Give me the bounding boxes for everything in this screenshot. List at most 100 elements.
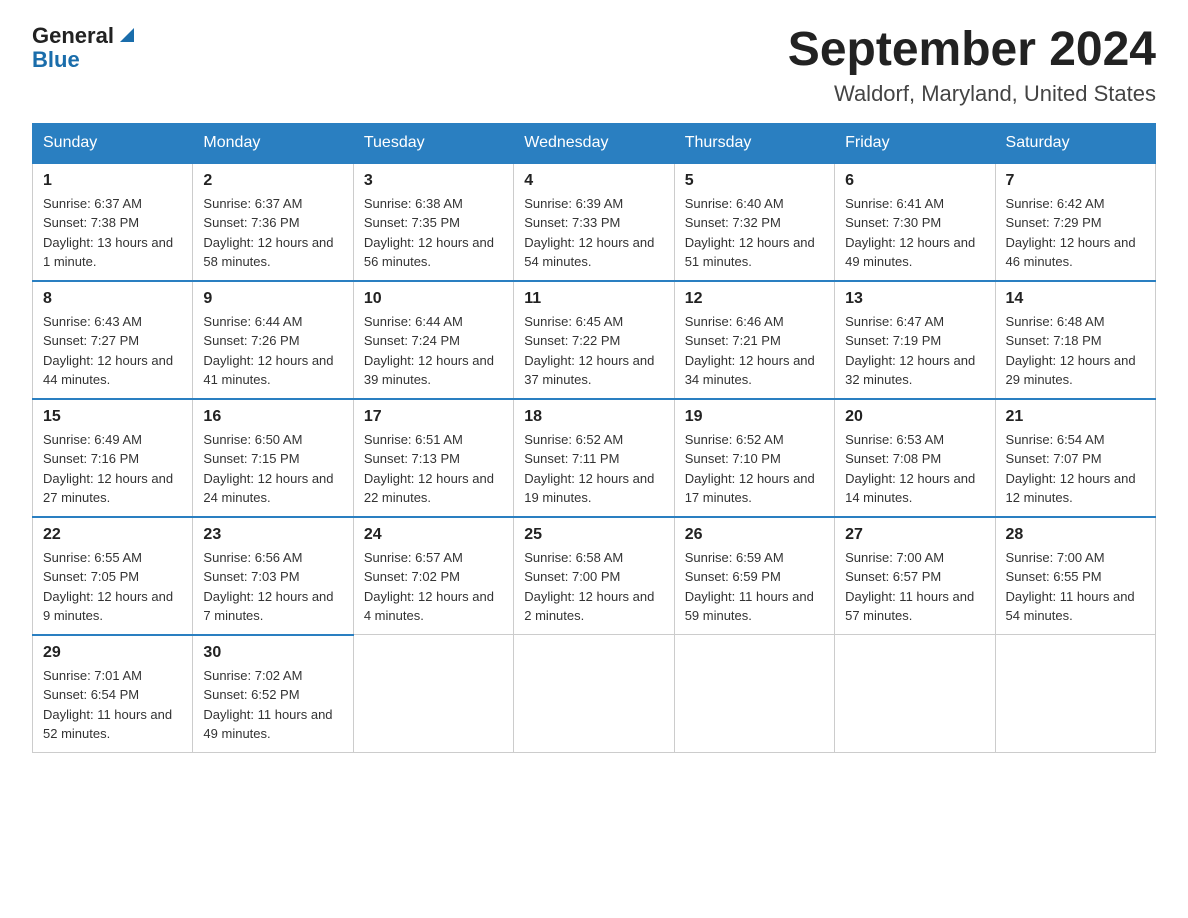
title-block: September 2024 Waldorf, Maryland, United… [788, 24, 1156, 107]
logo: General Blue [32, 24, 138, 72]
weekday-header-monday: Monday [193, 123, 353, 163]
day-number: 9 [203, 290, 342, 308]
day-cell-11: 11 Sunrise: 6:45 AMSunset: 7:22 PMDaylig… [514, 281, 674, 399]
day-number: 14 [1006, 290, 1145, 308]
day-cell-24: 24 Sunrise: 6:57 AMSunset: 7:02 PMDaylig… [353, 517, 513, 635]
calendar-title: September 2024 [788, 24, 1156, 77]
calendar-subtitle: Waldorf, Maryland, United States [788, 81, 1156, 107]
weekday-header-saturday: Saturday [995, 123, 1155, 163]
day-number: 2 [203, 172, 342, 190]
day-cell-18: 18 Sunrise: 6:52 AMSunset: 7:11 PMDaylig… [514, 399, 674, 517]
day-number: 19 [685, 408, 824, 426]
day-info: Sunrise: 6:56 AMSunset: 7:03 PMDaylight:… [203, 550, 333, 624]
day-number: 6 [845, 172, 984, 190]
day-cell-9: 9 Sunrise: 6:44 AMSunset: 7:26 PMDayligh… [193, 281, 353, 399]
day-number: 4 [524, 172, 663, 190]
day-number: 10 [364, 290, 503, 308]
day-cell-20: 20 Sunrise: 6:53 AMSunset: 7:08 PMDaylig… [835, 399, 995, 517]
day-number: 16 [203, 408, 342, 426]
day-cell-30: 30 Sunrise: 7:02 AMSunset: 6:52 PMDaylig… [193, 635, 353, 753]
day-number: 15 [43, 408, 182, 426]
day-number: 24 [364, 526, 503, 544]
week-row-4: 22 Sunrise: 6:55 AMSunset: 7:05 PMDaylig… [33, 517, 1156, 635]
calendar-table: SundayMondayTuesdayWednesdayThursdayFrid… [32, 123, 1156, 753]
logo-general-text: General [32, 24, 114, 48]
day-cell-12: 12 Sunrise: 6:46 AMSunset: 7:21 PMDaylig… [674, 281, 834, 399]
day-info: Sunrise: 6:45 AMSunset: 7:22 PMDaylight:… [524, 314, 654, 388]
day-info: Sunrise: 6:41 AMSunset: 7:30 PMDaylight:… [845, 196, 975, 270]
weekday-header-tuesday: Tuesday [353, 123, 513, 163]
empty-cell [835, 635, 995, 753]
day-number: 28 [1006, 526, 1145, 544]
day-cell-14: 14 Sunrise: 6:48 AMSunset: 7:18 PMDaylig… [995, 281, 1155, 399]
day-number: 5 [685, 172, 824, 190]
empty-cell [514, 635, 674, 753]
day-cell-6: 6 Sunrise: 6:41 AMSunset: 7:30 PMDayligh… [835, 163, 995, 281]
day-cell-19: 19 Sunrise: 6:52 AMSunset: 7:10 PMDaylig… [674, 399, 834, 517]
day-info: Sunrise: 6:42 AMSunset: 7:29 PMDaylight:… [1006, 196, 1136, 270]
weekday-header-row: SundayMondayTuesdayWednesdayThursdayFrid… [33, 123, 1156, 163]
day-info: Sunrise: 6:39 AMSunset: 7:33 PMDaylight:… [524, 196, 654, 270]
day-number: 23 [203, 526, 342, 544]
day-number: 11 [524, 290, 663, 308]
day-info: Sunrise: 6:58 AMSunset: 7:00 PMDaylight:… [524, 550, 654, 624]
empty-cell [674, 635, 834, 753]
week-row-2: 8 Sunrise: 6:43 AMSunset: 7:27 PMDayligh… [33, 281, 1156, 399]
day-number: 1 [43, 172, 182, 190]
day-number: 21 [1006, 408, 1145, 426]
day-cell-23: 23 Sunrise: 6:56 AMSunset: 7:03 PMDaylig… [193, 517, 353, 635]
day-info: Sunrise: 6:49 AMSunset: 7:16 PMDaylight:… [43, 432, 173, 506]
day-number: 29 [43, 644, 182, 662]
day-info: Sunrise: 6:40 AMSunset: 7:32 PMDaylight:… [685, 196, 815, 270]
day-cell-13: 13 Sunrise: 6:47 AMSunset: 7:19 PMDaylig… [835, 281, 995, 399]
day-number: 30 [203, 644, 342, 662]
day-cell-17: 17 Sunrise: 6:51 AMSunset: 7:13 PMDaylig… [353, 399, 513, 517]
day-number: 22 [43, 526, 182, 544]
day-cell-5: 5 Sunrise: 6:40 AMSunset: 7:32 PMDayligh… [674, 163, 834, 281]
day-number: 17 [364, 408, 503, 426]
day-cell-2: 2 Sunrise: 6:37 AMSunset: 7:36 PMDayligh… [193, 163, 353, 281]
day-info: Sunrise: 7:00 AMSunset: 6:57 PMDaylight:… [845, 550, 974, 624]
day-info: Sunrise: 6:51 AMSunset: 7:13 PMDaylight:… [364, 432, 494, 506]
day-info: Sunrise: 6:38 AMSunset: 7:35 PMDaylight:… [364, 196, 494, 270]
day-info: Sunrise: 6:50 AMSunset: 7:15 PMDaylight:… [203, 432, 333, 506]
day-info: Sunrise: 7:01 AMSunset: 6:54 PMDaylight:… [43, 668, 172, 742]
day-cell-26: 26 Sunrise: 6:59 AMSunset: 6:59 PMDaylig… [674, 517, 834, 635]
empty-cell [995, 635, 1155, 753]
day-cell-15: 15 Sunrise: 6:49 AMSunset: 7:16 PMDaylig… [33, 399, 193, 517]
week-row-3: 15 Sunrise: 6:49 AMSunset: 7:16 PMDaylig… [33, 399, 1156, 517]
day-info: Sunrise: 6:43 AMSunset: 7:27 PMDaylight:… [43, 314, 173, 388]
day-info: Sunrise: 6:55 AMSunset: 7:05 PMDaylight:… [43, 550, 173, 624]
week-row-5: 29 Sunrise: 7:01 AMSunset: 6:54 PMDaylig… [33, 635, 1156, 753]
day-number: 13 [845, 290, 984, 308]
weekday-header-thursday: Thursday [674, 123, 834, 163]
day-info: Sunrise: 6:54 AMSunset: 7:07 PMDaylight:… [1006, 432, 1136, 506]
day-info: Sunrise: 6:44 AMSunset: 7:24 PMDaylight:… [364, 314, 494, 388]
logo-triangle-icon [116, 24, 138, 46]
day-info: Sunrise: 6:44 AMSunset: 7:26 PMDaylight:… [203, 314, 333, 388]
page-header: General Blue September 2024 Waldorf, Mar… [32, 24, 1156, 107]
weekday-header-friday: Friday [835, 123, 995, 163]
day-info: Sunrise: 6:46 AMSunset: 7:21 PMDaylight:… [685, 314, 815, 388]
day-info: Sunrise: 6:48 AMSunset: 7:18 PMDaylight:… [1006, 314, 1136, 388]
day-info: Sunrise: 6:52 AMSunset: 7:11 PMDaylight:… [524, 432, 654, 506]
day-cell-7: 7 Sunrise: 6:42 AMSunset: 7:29 PMDayligh… [995, 163, 1155, 281]
day-cell-25: 25 Sunrise: 6:58 AMSunset: 7:00 PMDaylig… [514, 517, 674, 635]
day-info: Sunrise: 6:57 AMSunset: 7:02 PMDaylight:… [364, 550, 494, 624]
day-cell-4: 4 Sunrise: 6:39 AMSunset: 7:33 PMDayligh… [514, 163, 674, 281]
empty-cell [353, 635, 513, 753]
day-info: Sunrise: 6:52 AMSunset: 7:10 PMDaylight:… [685, 432, 815, 506]
day-info: Sunrise: 6:53 AMSunset: 7:08 PMDaylight:… [845, 432, 975, 506]
day-number: 20 [845, 408, 984, 426]
day-number: 25 [524, 526, 663, 544]
day-cell-10: 10 Sunrise: 6:44 AMSunset: 7:24 PMDaylig… [353, 281, 513, 399]
day-number: 27 [845, 526, 984, 544]
day-cell-28: 28 Sunrise: 7:00 AMSunset: 6:55 PMDaylig… [995, 517, 1155, 635]
day-cell-16: 16 Sunrise: 6:50 AMSunset: 7:15 PMDaylig… [193, 399, 353, 517]
day-cell-21: 21 Sunrise: 6:54 AMSunset: 7:07 PMDaylig… [995, 399, 1155, 517]
day-cell-1: 1 Sunrise: 6:37 AMSunset: 7:38 PMDayligh… [33, 163, 193, 281]
day-info: Sunrise: 6:37 AMSunset: 7:36 PMDaylight:… [203, 196, 333, 270]
day-cell-3: 3 Sunrise: 6:38 AMSunset: 7:35 PMDayligh… [353, 163, 513, 281]
weekday-header-sunday: Sunday [33, 123, 193, 163]
day-info: Sunrise: 6:47 AMSunset: 7:19 PMDaylight:… [845, 314, 975, 388]
